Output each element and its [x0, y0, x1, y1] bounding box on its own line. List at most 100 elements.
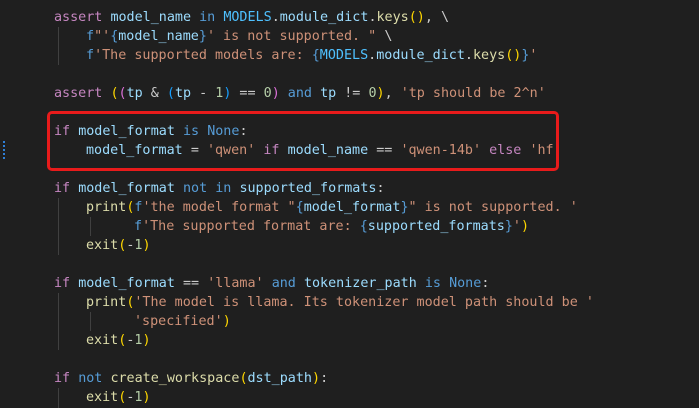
code-token: model_format [78, 276, 183, 291]
code-line[interactable]: f'The supported format are: {supported_f… [134, 217, 529, 236]
code-token: f [86, 29, 95, 44]
editor-gutter [0, 0, 12, 408]
code-token: 'tp should be 2^n' [400, 86, 546, 101]
code-token: ' [512, 219, 521, 234]
code-token: " is not supported. ' [408, 200, 578, 215]
code-token: dst_path [247, 371, 313, 386]
code-token: not [78, 371, 111, 386]
code-token: exit [86, 333, 119, 348]
code-token: exit [86, 238, 119, 253]
code-token: None [449, 276, 482, 291]
code-token: ) [312, 371, 321, 386]
git-modified-marker[interactable] [3, 141, 5, 159]
code-token: 'the model format " [142, 200, 296, 215]
code-token: keys [376, 10, 409, 25]
code-token: ) [142, 238, 151, 253]
code-token: 'The supported models are: [94, 48, 312, 63]
code-token: () [505, 48, 522, 63]
code-line[interactable]: if not create_workspace(dst_path): [54, 369, 328, 388]
code-token: model_format [303, 200, 401, 215]
indent-guide [58, 293, 59, 350]
code-token: 'specified' [134, 314, 223, 329]
code-line[interactable]: exit(-1) [86, 236, 151, 255]
code-token: : [481, 276, 490, 291]
code-token: 'The model is llama. Its tokenizer model… [134, 295, 594, 310]
code-token: supported_formats [239, 181, 377, 196]
code-token: create_workspace [110, 371, 240, 386]
code-token: if [54, 181, 79, 196]
code-token: assert [54, 86, 111, 101]
indent-guide [58, 198, 59, 255]
code-token: module_dict [279, 10, 369, 25]
code-token: keys [472, 48, 506, 63]
code-token: ) [142, 333, 151, 348]
code-token: } [400, 200, 409, 215]
code-token: == [231, 86, 264, 101]
code-token: f [134, 219, 143, 234]
code-token: "' [94, 29, 111, 44]
code-token: { [295, 200, 304, 215]
code-line[interactable]: 'specified') [134, 312, 231, 331]
code-token: () [408, 10, 425, 25]
code-line[interactable]: assert ((tp & (tp - 1) == 0) and tp != 0… [54, 84, 546, 103]
code-token: . [271, 10, 280, 25]
code-token: print [86, 295, 127, 310]
code-token: { [359, 219, 368, 234]
code-line[interactable]: print('The model is llama. Its tokenizer… [86, 293, 594, 312]
code-line[interactable]: assert model_name in MODELS.module_dict.… [54, 8, 449, 27]
code-line[interactable]: f"'{model_name}' is not supported. " \ [86, 27, 392, 46]
code-token: ) [271, 86, 280, 101]
code-token: exit [86, 390, 119, 405]
indent-guide [58, 27, 59, 65]
code-token: : [320, 371, 329, 386]
code-token: if [54, 276, 79, 291]
code-token: ) [376, 86, 385, 101]
code-token: not in [183, 181, 240, 196]
code-token: f [86, 48, 95, 63]
code-token: != [344, 86, 369, 101]
code-token: module_dict [376, 48, 465, 63]
code-token: tokenizer_path [303, 276, 425, 291]
code-token: == [183, 276, 208, 291]
code-token: ' [529, 48, 538, 63]
code-token: and [279, 86, 321, 101]
code-line[interactable]: exit(-1) [86, 331, 151, 350]
highlight-annotation-box [47, 111, 559, 171]
code-token: { [311, 48, 320, 63]
code-token: tp [126, 86, 151, 101]
code-editor[interactable]: assert model_name in MODELS.module_dict.… [0, 0, 699, 408]
code-line[interactable]: exit(-1) [86, 388, 151, 407]
code-token: ) [520, 219, 530, 234]
code-token: \ [384, 29, 393, 44]
code-line[interactable]: if model_format == 'llama' and tokenizer… [54, 274, 489, 293]
code-token: , [384, 86, 401, 101]
code-token: MODELS [319, 48, 369, 63]
indent-guide [90, 312, 91, 331]
code-token: model_format [78, 181, 183, 196]
code-token: } [198, 29, 207, 44]
code-token: 0 [368, 86, 377, 101]
code-token: . [464, 48, 473, 63]
code-token: - [199, 86, 216, 101]
code-token: . [368, 10, 377, 25]
code-token: } [504, 219, 513, 234]
code-token: tp [174, 86, 200, 101]
code-line[interactable]: f'The supported models are: {MODELS.modu… [86, 46, 537, 65]
code-token: in [199, 10, 224, 25]
code-line[interactable]: if model_format not in supported_formats… [54, 179, 385, 198]
code-token: and [271, 276, 304, 291]
code-token: ( [166, 86, 175, 101]
code-token: MODELS [223, 10, 272, 25]
code-token: is [424, 276, 450, 291]
code-token: 0 [263, 86, 272, 101]
code-token: model_name [118, 29, 199, 44]
code-token: if [54, 371, 79, 386]
code-token: 'The supported format are: [142, 219, 360, 234]
code-token: print [86, 200, 127, 215]
code-token: assert [54, 10, 111, 25]
code-token: model_name [110, 10, 200, 25]
code-token: , \ [424, 10, 450, 25]
code-line[interactable]: print(f'the model format "{model_format}… [86, 198, 578, 217]
code-token: tp [320, 86, 345, 101]
code-token: ) [142, 390, 151, 405]
